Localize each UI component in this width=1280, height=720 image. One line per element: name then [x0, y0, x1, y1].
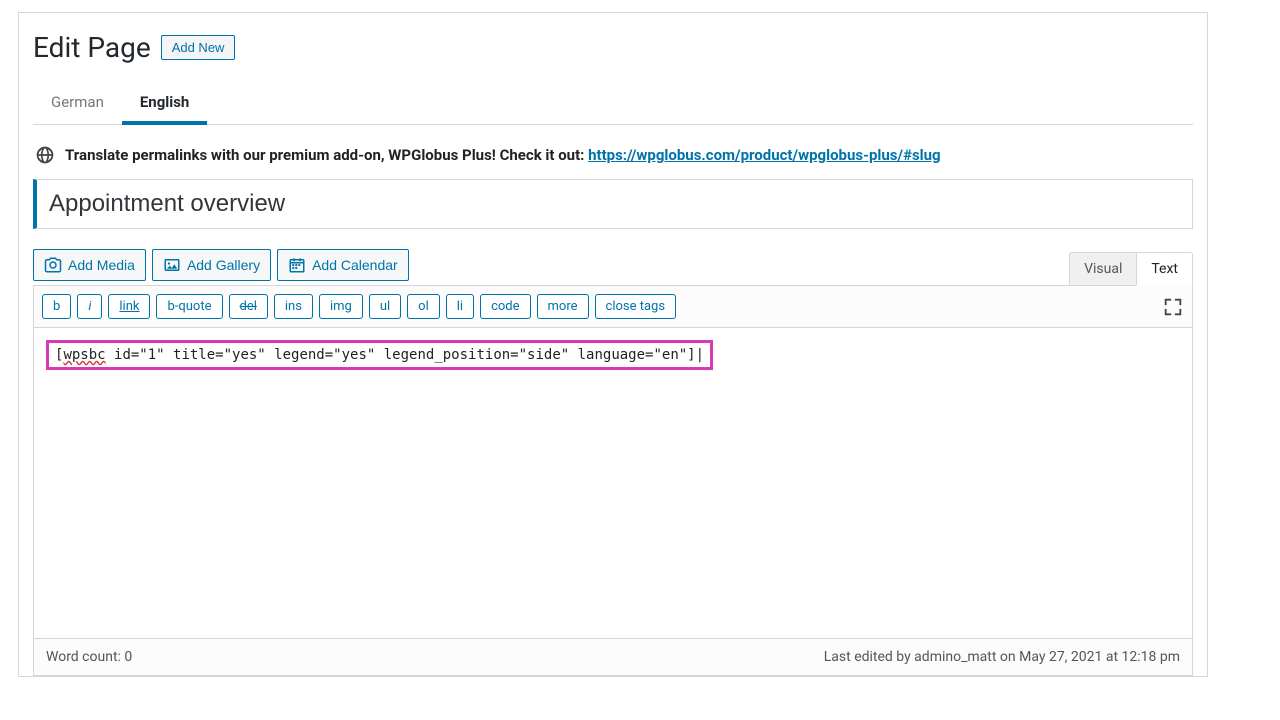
add-calendar-button[interactable]: Add Calendar	[277, 249, 409, 281]
tab-text[interactable]: Text	[1136, 252, 1193, 286]
qt-italic-button[interactable]: i	[77, 294, 102, 319]
content-misspelled: wpsbc	[63, 347, 105, 363]
add-calendar-label: Add Calendar	[312, 257, 398, 273]
qt-closetags-button[interactable]: close tags	[595, 294, 677, 319]
language-tabs: German English	[33, 82, 1193, 125]
quicktags-toolbar: b i link b-quote del ins img ul ol li co…	[34, 286, 1192, 328]
tab-visual[interactable]: Visual	[1069, 252, 1136, 286]
qt-ul-button[interactable]: ul	[369, 294, 401, 319]
qt-bquote-button[interactable]: b-quote	[156, 294, 222, 319]
add-media-button[interactable]: Add Media	[33, 249, 146, 281]
add-gallery-label: Add Gallery	[187, 257, 260, 273]
page-title: Edit Page	[33, 31, 151, 64]
promo-link[interactable]: https://wpglobus.com/product/wpglobus-pl…	[588, 146, 941, 164]
promo-text: Translate permalinks with our premium ad…	[65, 146, 941, 164]
qt-del-button[interactable]: del	[229, 294, 268, 319]
qt-ins-button[interactable]: ins	[274, 294, 313, 319]
add-gallery-button[interactable]: Add Gallery	[152, 249, 271, 281]
last-edited: Last edited by admino_matt on May 27, 20…	[824, 649, 1180, 665]
qt-ol-button[interactable]: ol	[407, 294, 440, 319]
shortcode-highlight: [wpsbc id="1" title="yes" legend="yes" l…	[46, 340, 713, 370]
title-input[interactable]	[37, 180, 1192, 228]
fullscreen-icon[interactable]	[1162, 296, 1184, 318]
content-textarea[interactable]: [wpsbc id="1" title="yes" legend="yes" l…	[34, 328, 1192, 638]
add-media-label: Add Media	[68, 257, 135, 273]
qt-more-button[interactable]: more	[537, 294, 589, 319]
qt-link-button[interactable]: link	[108, 294, 150, 319]
gallery-icon	[163, 256, 181, 274]
word-count: Word count: 0	[46, 649, 132, 665]
promo-text-label: Translate permalinks with our premium ad…	[65, 146, 588, 164]
qt-img-button[interactable]: img	[319, 294, 363, 319]
tab-english[interactable]: English	[122, 83, 207, 125]
qt-code-button[interactable]: code	[480, 294, 530, 319]
qt-li-button[interactable]: li	[446, 294, 474, 319]
add-new-button[interactable]: Add New	[161, 35, 236, 60]
title-input-wrap	[33, 179, 1193, 229]
content-rest: id="1" title="yes" legend="yes" legend_p…	[106, 347, 704, 363]
qt-bold-button[interactable]: b	[42, 294, 71, 319]
media-icon	[44, 256, 62, 274]
calendar-icon	[288, 256, 306, 274]
globe-icon	[35, 145, 55, 165]
tab-german[interactable]: German	[33, 83, 122, 125]
